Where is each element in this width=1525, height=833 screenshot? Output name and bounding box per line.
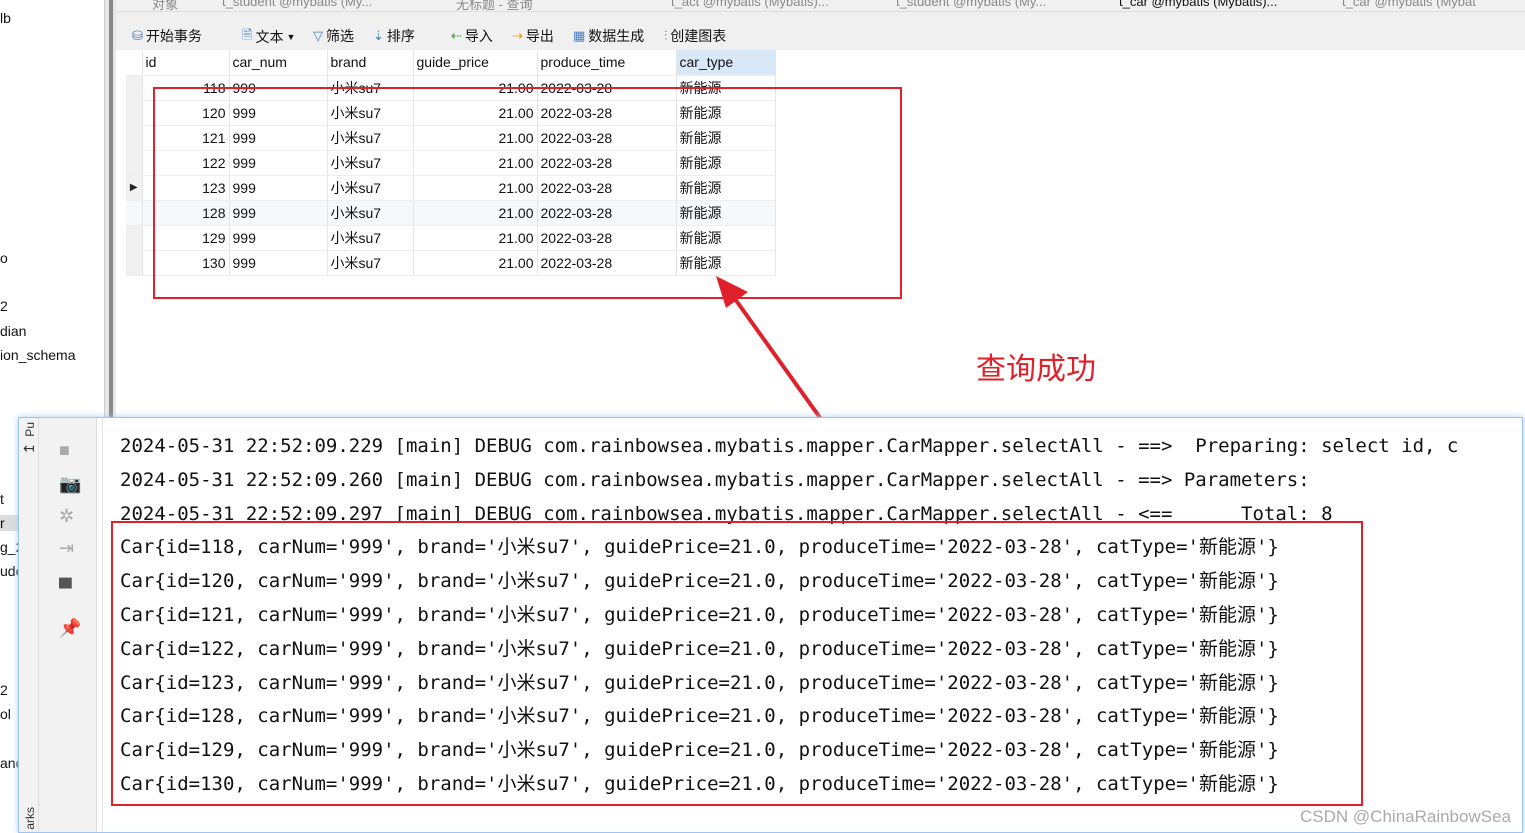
splitter[interactable] bbox=[104, 0, 116, 420]
text-button[interactable]: 🗎 文本 ▼ bbox=[242, 26, 295, 48]
row-indicator[interactable]: ▶ bbox=[126, 175, 143, 201]
tree-item[interactable]: o bbox=[0, 250, 8, 266]
row-indicator-header bbox=[126, 50, 143, 76]
tab[interactable]: 无标题 - 查询 bbox=[456, 0, 533, 11]
tab[interactable]: t_student @mybatis (My... bbox=[222, 0, 372, 9]
data-generation-button[interactable]: ▦ 数据生成 bbox=[573, 26, 644, 46]
label: 筛选 bbox=[326, 28, 354, 44]
camera-icon[interactable]: 📷 bbox=[59, 474, 81, 495]
layout-icon[interactable]: ▀ bbox=[59, 578, 72, 599]
login-icon[interactable]: ⇥ bbox=[59, 538, 74, 559]
row-indicator[interactable] bbox=[126, 125, 143, 151]
label: 文本 bbox=[255, 29, 284, 45]
tree-item[interactable]: 2 bbox=[0, 682, 8, 698]
console-line: 2024-05-31 22:52:09.260 [main] DEBUG com… bbox=[120, 468, 1322, 491]
column-header[interactable]: id bbox=[142, 50, 230, 76]
toolbar: ⛁ 开始事务 🗎 文本 ▼ ▽ 筛选 ⇣ 排序 ⇠ 导入 ⇢ 导出 ▦ 数据生成 ⫶ 创建图表 bbox=[116, 12, 1525, 50]
row-indicator[interactable] bbox=[126, 250, 143, 276]
row-indicator[interactable] bbox=[126, 200, 143, 226]
pin-icon[interactable]: 📌 bbox=[59, 618, 81, 639]
gutter bbox=[97, 418, 103, 832]
column-header[interactable]: brand bbox=[327, 50, 414, 76]
watermark: CSDN @ChinaRainbowSea bbox=[1300, 807, 1511, 826]
import-icon: ⇠ bbox=[451, 28, 462, 43]
side-strip: Pu ↤ arks bbox=[19, 418, 39, 832]
console-line: 2024-05-31 22:52:09.229 [main] DEBUG com… bbox=[120, 435, 1459, 457]
label: 开始事务 bbox=[145, 28, 202, 44]
filter-icon: ▽ bbox=[313, 28, 323, 43]
tree-item[interactable]: dian bbox=[0, 323, 26, 339]
console-panel: Pu ↤ arks ■ 📷 ✲ ⇥ ▀ 📌 2024-05-31 22:52:0… bbox=[18, 417, 1523, 833]
tree-item[interactable]: ol bbox=[0, 706, 11, 722]
label: 导入 bbox=[464, 28, 493, 44]
filter-button[interactable]: ▽ 筛选 bbox=[313, 26, 354, 46]
tree-item[interactable]: 2 bbox=[0, 298, 8, 314]
sort-button[interactable]: ⇣ 排序 bbox=[373, 26, 415, 46]
export-button[interactable]: ⇢ 导出 bbox=[512, 26, 554, 46]
caret-down-icon: ▼ bbox=[286, 32, 296, 42]
tree-item[interactable]: lb bbox=[0, 10, 11, 26]
begin-transaction-button[interactable]: ⛁ 开始事务 bbox=[132, 26, 202, 46]
label: 创建图表 bbox=[670, 28, 727, 44]
label: 数据生成 bbox=[588, 28, 645, 44]
stop-icon[interactable]: ■ bbox=[59, 440, 70, 461]
column-header[interactable]: car_num bbox=[229, 50, 328, 76]
import-button[interactable]: ⇠ 导入 bbox=[451, 26, 493, 46]
column-header[interactable]: guide_price bbox=[413, 50, 538, 76]
tab[interactable]: t_car @mybatis (Mybat bbox=[1342, 0, 1476, 9]
create-chart-button[interactable]: ⫶ 创建图表 bbox=[664, 26, 726, 46]
row-indicator[interactable] bbox=[126, 100, 143, 126]
data-gen-icon: ▦ bbox=[573, 28, 586, 43]
tab[interactable]: t_student @mybatis (My... bbox=[896, 0, 1046, 9]
label: 导出 bbox=[525, 28, 554, 44]
highlight-box bbox=[153, 87, 902, 299]
side-tab-label[interactable]: Pu bbox=[23, 422, 37, 437]
bookmarks-tab-label[interactable]: arks bbox=[23, 807, 37, 830]
column-header-selected[interactable]: car_type bbox=[676, 50, 776, 76]
highlight-box bbox=[111, 521, 1363, 806]
chart-icon: ⫶ bbox=[664, 28, 668, 43]
tree-item[interactable]: ion_schema bbox=[0, 347, 76, 363]
row-indicator[interactable] bbox=[126, 150, 143, 176]
tab-objects[interactable]: 对象 bbox=[152, 0, 178, 11]
console-toolbar: ■ 📷 ✲ ⇥ ▀ 📌 bbox=[39, 418, 97, 832]
label: 排序 bbox=[386, 28, 415, 44]
column-header[interactable]: produce_time bbox=[537, 50, 677, 76]
tab[interactable]: t_act @mybatis (Mybatis)... bbox=[671, 0, 829, 9]
export-icon: ⇢ bbox=[512, 28, 523, 43]
database-icon: ⛁ bbox=[132, 28, 143, 43]
debug-icon[interactable]: ✲ bbox=[59, 506, 74, 527]
document-icon: 🗎 bbox=[242, 27, 253, 42]
row-indicator[interactable] bbox=[126, 225, 143, 251]
sort-icon: ⇣ bbox=[373, 28, 384, 43]
tree-item[interactable]: t bbox=[0, 491, 4, 507]
tree-item-selected[interactable]: r bbox=[0, 515, 20, 531]
row-indicator[interactable] bbox=[126, 75, 143, 101]
tab-active[interactable]: t_car @mybatis (Mybatis)... bbox=[1119, 0, 1277, 9]
pull-icon[interactable]: ↤ bbox=[23, 440, 35, 457]
tab-bar: 对象 t_student @mybatis (My... 无标题 - 查询 t_… bbox=[116, 0, 1525, 12]
